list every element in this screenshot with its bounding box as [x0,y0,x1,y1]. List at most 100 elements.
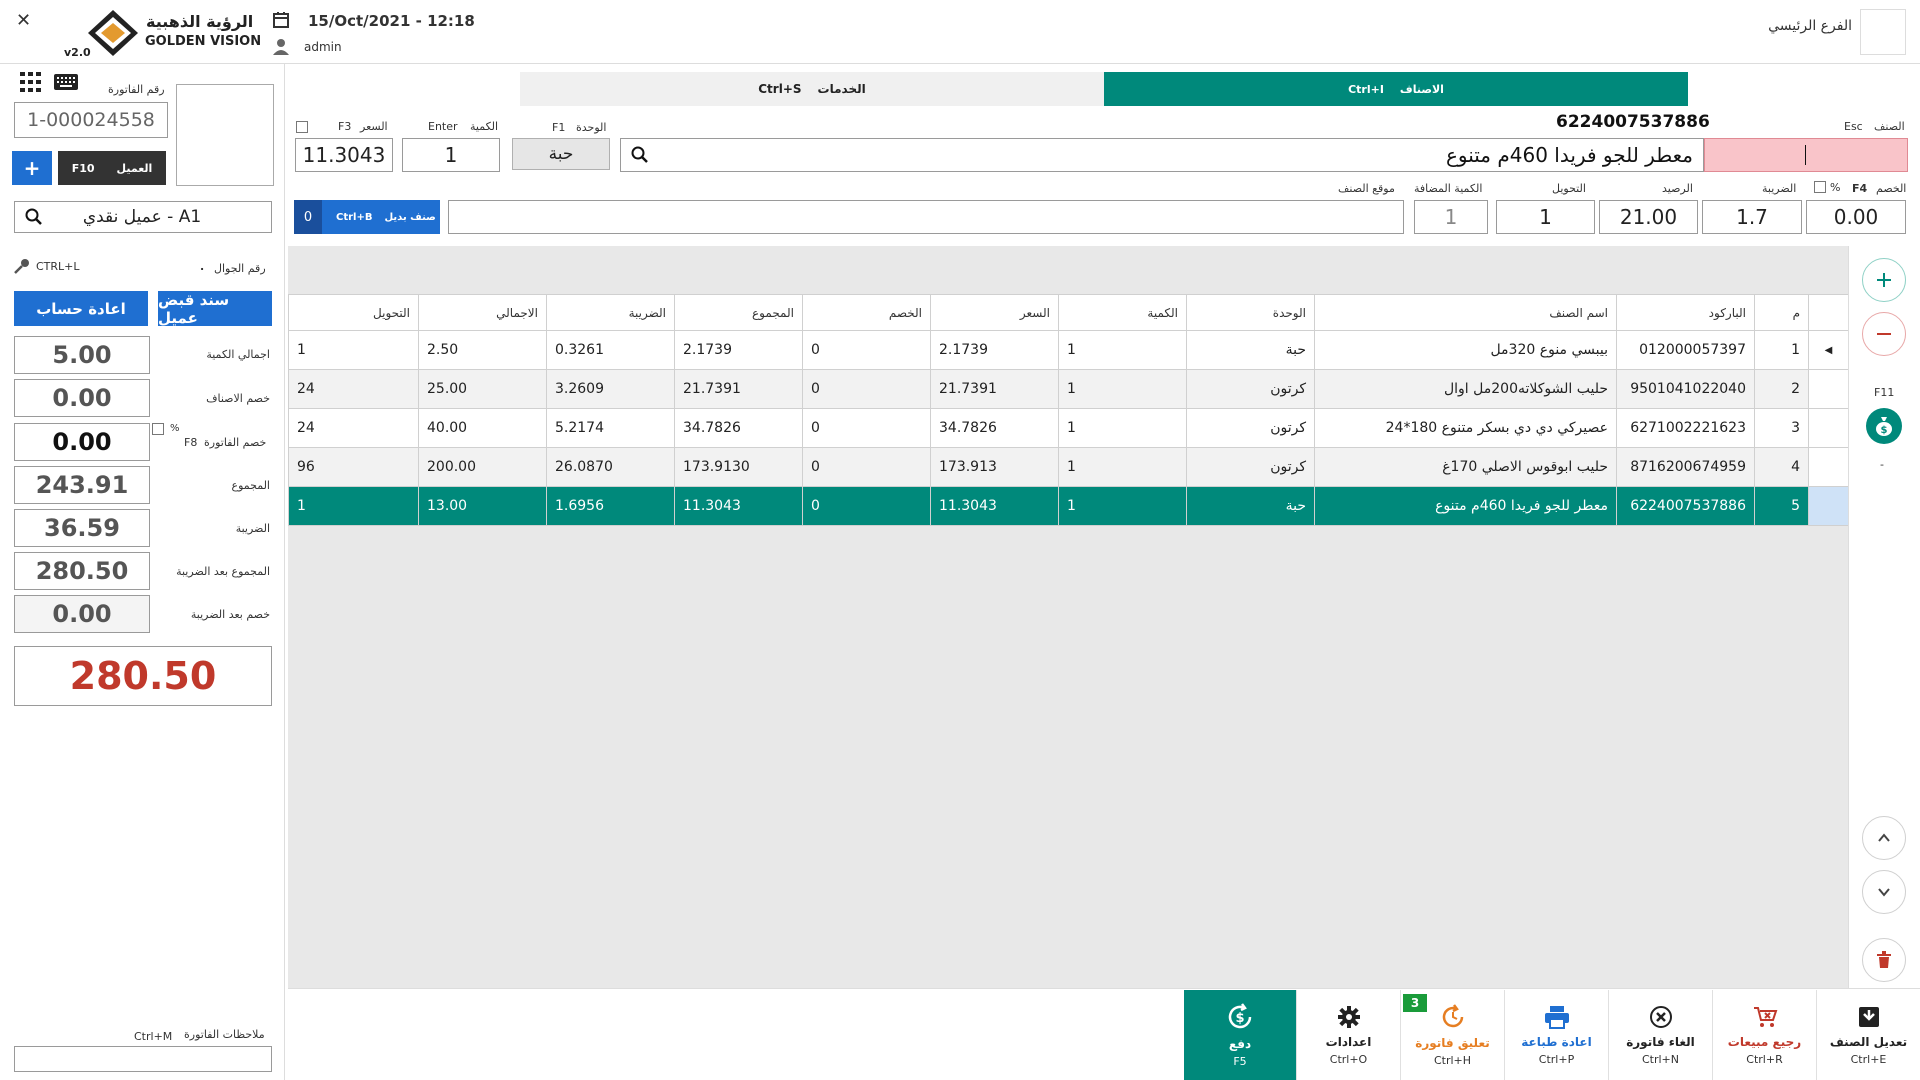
item-location-input[interactable] [448,200,1404,234]
price-input[interactable]: 11.3043 [295,138,393,172]
add-customer-button[interactable]: + [12,151,52,185]
cell-index[interactable]: 4 [1754,447,1809,487]
cell-barcode[interactable]: 8716200674959 [1616,447,1755,487]
col-header-qty[interactable]: الكمية [1058,294,1187,331]
cell-sum[interactable]: 2.1739 [674,330,803,370]
scroll-down-button[interactable] [1862,870,1906,914]
cell-tax[interactable]: 1.6956 [546,486,675,526]
cell-tax[interactable]: 3.2609 [546,369,675,409]
col-header-name[interactable]: اسم الصنف [1314,294,1617,331]
cell-name[interactable]: عصيركي دي دي بسكر متنوع 180*24 [1314,408,1617,448]
cell-unit[interactable]: حبة [1186,486,1315,526]
cell-sum[interactable]: 11.3043 [674,486,803,526]
col-header-sum[interactable]: المجموع [674,294,803,331]
table-row[interactable]: 2 9501041022040 حليب الشوكلاته200مل اوال كر… [288,369,1849,409]
row-indicator[interactable] [1808,369,1849,409]
cell-sum[interactable]: 21.7391 [674,369,803,409]
row-indicator[interactable] [1808,408,1849,448]
cell-total[interactable]: 40.00 [418,408,547,448]
cell-index[interactable]: 5 [1754,486,1809,526]
cell-price[interactable]: 21.7391 [930,369,1059,409]
cell-unit[interactable]: كرتون [1186,447,1315,487]
settings-button[interactable]: اعدادات Ctrl+O [1296,990,1400,1080]
cell-index[interactable]: 3 [1754,408,1809,448]
current-row-indicator[interactable]: ◀ [1808,330,1849,370]
grid-menu-icon[interactable] [20,72,42,92]
col-header-tax[interactable]: الضريبة [546,294,675,331]
tab-services[interactable]: Ctrl+S الخدمات [520,72,1104,106]
alt-item-button[interactable]: 0 Ctrl+B صنف بديل [294,200,440,234]
col-header-unit[interactable]: الوحدة [1186,294,1315,331]
price-checkbox[interactable] [296,121,308,133]
cell-unit[interactable]: كرتون [1186,369,1315,409]
cell-price[interactable]: 2.1739 [930,330,1059,370]
close-icon[interactable]: ✕ [16,10,31,31]
cell-qty[interactable]: 1 [1058,408,1187,448]
cell-barcode[interactable]: 6271002221623 [1616,408,1755,448]
cancel-invoice-button[interactable]: الغاء فاتورة Ctrl+N [1608,990,1712,1080]
cell-tax[interactable]: 5.2174 [546,408,675,448]
unit-selector[interactable]: حبة [512,138,610,170]
table-row[interactable]: 4 8716200674959 حليب ابوقوس الاصلي 170غ كرت… [288,447,1849,487]
cell-conversion[interactable]: 24 [288,408,419,448]
col-header-barcode[interactable]: الباركود [1616,294,1755,331]
invoice-discount-field[interactable]: 0.00 [14,423,150,461]
scroll-up-button[interactable] [1862,816,1906,860]
discount-pct-checkbox[interactable] [1814,181,1826,193]
cell-total[interactable]: 25.00 [418,369,547,409]
row-indicator[interactable] [1808,486,1849,526]
cell-tax[interactable]: 0.3261 [546,330,675,370]
discount-input[interactable]: 0.00 [1806,200,1906,234]
customer-button[interactable]: F10 العميل [58,151,166,185]
edit-item-button[interactable]: تعديل الصنف Ctrl+E [1816,990,1920,1080]
customer-search-field[interactable]: عميل نقدي - A1 [14,201,272,233]
cell-discount[interactable]: 0 [802,486,931,526]
cell-index[interactable]: 1 [1754,330,1809,370]
cell-barcode[interactable]: 012000057397 [1616,330,1755,370]
col-header-index[interactable]: م [1754,294,1809,331]
branch-logo-box[interactable] [1860,9,1906,55]
col-header-price[interactable]: السعر [930,294,1059,331]
customer-receipt-button[interactable]: سند قبض عميل [158,291,272,327]
cell-discount[interactable]: 0 [802,408,931,448]
notes-field[interactable] [14,1046,272,1072]
cell-discount[interactable]: 0 [802,369,931,409]
col-header-total[interactable]: الاجمالي [418,294,547,331]
decrease-qty-button[interactable] [1862,312,1906,356]
increase-qty-button[interactable] [1862,258,1906,302]
cell-unit[interactable]: حبة [1186,330,1315,370]
recalculate-button[interactable]: اعادة حساب [14,291,148,326]
cell-name[interactable]: حليب الشوكلاته200مل اوال [1314,369,1617,409]
cell-total[interactable]: 13.00 [418,486,547,526]
tax-input[interactable]: 1.7 [1702,200,1802,234]
hold-invoice-button[interactable]: 3 تعليق فاتورة Ctrl+H [1400,990,1504,1080]
barcode-input[interactable] [1704,138,1908,172]
cell-unit[interactable]: كرتون [1186,408,1315,448]
table-row[interactable]: 5 6224007537886 معطر للجو فريدا 460م متنوع… [288,486,1849,526]
tab-items[interactable]: Ctrl+I الاصناف [1104,72,1688,106]
cell-discount[interactable]: 0 [802,330,931,370]
cell-price[interactable]: 34.7826 [930,408,1059,448]
invoice-number-field[interactable]: 1-000024558 [14,102,168,138]
cell-barcode[interactable]: 6224007537886 [1616,486,1755,526]
cell-sum[interactable]: 173.9130 [674,447,803,487]
table-row[interactable]: 3 6271002221623 عصيركي دي دي بسكر متنوع 18… [288,408,1849,448]
cell-conversion[interactable]: 96 [288,447,419,487]
money-bag-button[interactable]: $ [1866,408,1902,444]
cell-name[interactable]: حليب ابوقوس الاصلي 170غ [1314,447,1617,487]
cell-qty[interactable]: 1 [1058,486,1187,526]
item-search-field[interactable]: معطر للجو فريدا 460م متنوع [620,138,1704,172]
row-indicator[interactable] [1808,447,1849,487]
cell-qty[interactable]: 1 [1058,330,1187,370]
invoice-discount-pct-checkbox[interactable] [152,423,164,435]
cell-total[interactable]: 2.50 [418,330,547,370]
cell-conversion[interactable]: 1 [288,330,419,370]
cell-barcode[interactable]: 9501041022040 [1616,369,1755,409]
table-row[interactable]: ◀ 1 012000057397 بيبسي منوع 320مل حبة 1 2.1739… [288,330,1849,370]
cell-name[interactable]: معطر للجو فريدا 460م متنوع [1314,486,1617,526]
cell-qty[interactable]: 1 [1058,369,1187,409]
cell-discount[interactable]: 0 [802,447,931,487]
cell-price[interactable]: 173.913 [930,447,1059,487]
col-header-discount[interactable]: الخصم [802,294,931,331]
cell-total[interactable]: 200.00 [418,447,547,487]
